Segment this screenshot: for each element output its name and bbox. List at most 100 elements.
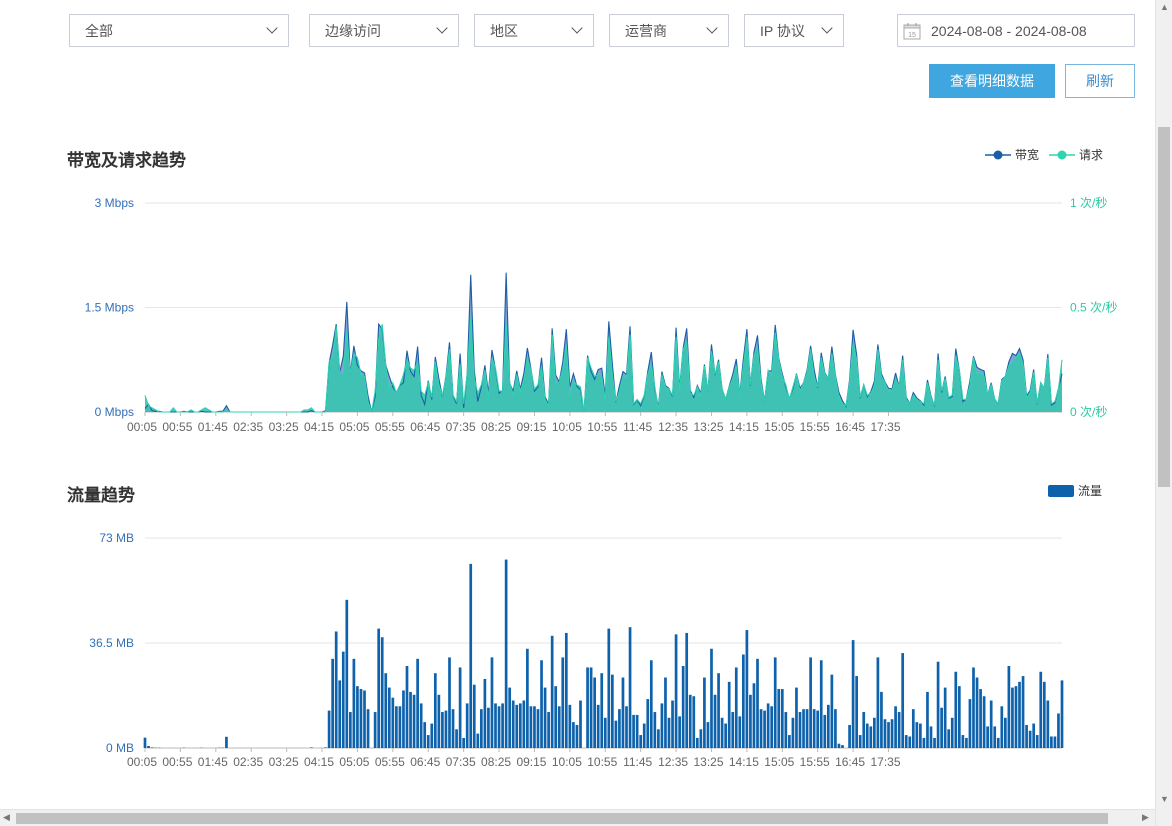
traffic-bar: [664, 677, 667, 748]
scroll-right-arrow-icon[interactable]: ▶: [1142, 812, 1149, 823]
traffic-bar: [593, 677, 596, 748]
traffic-bar: [327, 710, 331, 748]
traffic-bar: [936, 661, 940, 748]
traffic-bar: [823, 714, 827, 748]
traffic-bar: [1042, 681, 1046, 748]
x-tick-label: 03:25: [269, 755, 299, 769]
traffic-bar: [890, 719, 894, 748]
traffic-bar: [678, 716, 681, 748]
scroll-left-arrow-icon[interactable]: ◀: [3, 812, 10, 823]
traffic-bar: [720, 717, 724, 748]
traffic-bar: [876, 657, 880, 748]
traffic-bar: [841, 745, 844, 748]
traffic-bar: [469, 563, 473, 748]
traffic-bar: [996, 737, 1000, 748]
traffic-bar: [334, 631, 338, 748]
traffic-bar: [611, 674, 614, 748]
traffic-bar: [908, 736, 912, 748]
traffic-bar: [724, 723, 727, 748]
traffic-bar: [943, 687, 947, 748]
traffic-bar: [412, 694, 416, 748]
traffic-bar: [398, 706, 402, 748]
traffic-bar: [975, 677, 979, 748]
traffic-bar: [579, 700, 582, 748]
traffic-bar: [703, 677, 706, 748]
traffic-bar: [391, 697, 395, 748]
traffic-bar: [649, 660, 653, 748]
vertical-scrollbar-thumb[interactable]: [1158, 127, 1170, 487]
traffic-bar: [1053, 736, 1057, 748]
traffic-bar: [759, 709, 763, 748]
traffic-bar: [543, 687, 547, 748]
traffic-bar: [373, 712, 377, 748]
x-tick-label: 13:25: [693, 755, 723, 769]
scroll-down-arrow-icon[interactable]: ▼: [1160, 794, 1169, 804]
traffic-bar: [437, 694, 441, 748]
traffic-bar: [1025, 724, 1028, 748]
traffic-bar: [802, 709, 805, 748]
traffic-bar: [363, 690, 366, 748]
traffic-bar: [805, 709, 809, 748]
traffic-bar: [564, 632, 568, 748]
traffic-bar: [387, 687, 391, 748]
traffic-bar: [352, 658, 356, 748]
traffic-bar: [834, 709, 837, 748]
traffic-bar: [911, 709, 915, 748]
traffic-bar: [795, 687, 798, 748]
traffic-bar: [405, 666, 409, 748]
traffic-bar: [883, 719, 887, 748]
x-tick-label: 15:05: [764, 755, 794, 769]
traffic-bar: [887, 722, 890, 748]
traffic-bar: [380, 637, 384, 748]
traffic-bar: [915, 722, 919, 748]
traffic-bar: [1028, 730, 1032, 748]
traffic-bar: [950, 717, 954, 748]
traffic-bar: [426, 735, 430, 748]
traffic-bar: [596, 704, 600, 748]
traffic-bar: [674, 634, 678, 748]
traffic-bar: [1021, 676, 1025, 748]
traffic-bar: [490, 657, 494, 748]
x-tick-label: 17:35: [870, 755, 900, 769]
traffic-bar: [356, 686, 359, 748]
traffic-bar: [710, 648, 713, 748]
x-tick-label: 05:55: [375, 755, 405, 769]
traffic-bar: [791, 717, 795, 748]
traffic-bar: [458, 667, 462, 748]
traffic-bar: [848, 724, 851, 748]
traffic-bar: [1050, 736, 1053, 748]
y-tick-label: 0 MB: [106, 741, 134, 755]
traffic-bar: [526, 648, 529, 748]
x-tick-label: 01:45: [198, 755, 228, 769]
traffic-bar: [770, 706, 774, 748]
scroll-up-arrow-icon[interactable]: ▲: [1160, 2, 1169, 12]
traffic-bar: [809, 657, 812, 748]
traffic-bar: [727, 681, 731, 748]
traffic-bar: [869, 726, 873, 748]
traffic-bar: [989, 700, 993, 748]
traffic-bar: [557, 706, 561, 748]
traffic-bar: [773, 657, 777, 748]
horizontal-scrollbar[interactable]: ◀ ▶: [0, 809, 1155, 826]
y-tick-label: 36.5 MB: [89, 636, 134, 650]
x-tick-label: 00:05: [127, 755, 157, 769]
x-tick-label: 05:05: [339, 755, 369, 769]
horizontal-scrollbar-thumb[interactable]: [16, 813, 1108, 824]
traffic-bar: [384, 673, 388, 748]
traffic-bar: [688, 694, 692, 748]
traffic-bar: [430, 723, 434, 748]
traffic-bar: [837, 743, 841, 748]
traffic-bar: [961, 735, 965, 748]
traffic-bar: [653, 712, 657, 748]
traffic-bar: [826, 704, 830, 748]
traffic-bar: [940, 707, 943, 748]
traffic-chart: 0 MB 36.5 MB 73 MB 00:05 00:55 01:45 02:35 03:2…: [89, 531, 1064, 769]
traffic-bar: [752, 683, 756, 748]
vertical-scrollbar[interactable]: ▲ ▼: [1155, 0, 1172, 826]
traffic-bar: [897, 712, 901, 748]
x-tick-label: 08:25: [481, 755, 511, 769]
traffic-bar: [462, 737, 465, 748]
traffic-bar: [416, 658, 419, 748]
traffic-bar: [858, 735, 862, 748]
traffic-bar: [547, 712, 550, 748]
